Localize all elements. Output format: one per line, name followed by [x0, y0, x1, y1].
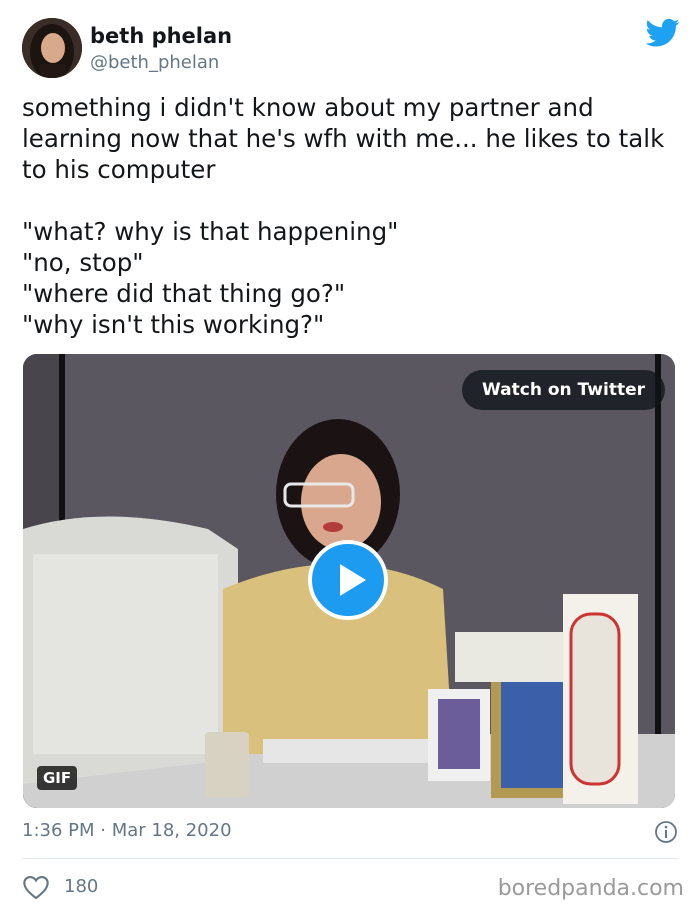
play-button[interactable] — [308, 540, 388, 620]
twitter-bird-icon[interactable] — [646, 18, 680, 48]
info-icon[interactable] — [654, 820, 678, 844]
heart-icon[interactable] — [22, 874, 50, 900]
divider — [22, 858, 678, 859]
like-count: 180 — [64, 876, 99, 897]
author-handle[interactable]: @beth_phelan — [90, 52, 219, 73]
watermark: boredpanda.com — [497, 876, 684, 901]
play-icon — [340, 564, 366, 596]
media-video[interactable]: Watch on Twitter GIF — [23, 354, 675, 808]
tweet-text: something i didn't know about my partner… — [22, 93, 665, 339]
watch-on-twitter-button[interactable]: Watch on Twitter — [462, 370, 665, 410]
gif-badge: GIF — [37, 766, 78, 790]
avatar[interactable] — [22, 18, 82, 78]
tweet-header: beth phelan @beth_phelan — [22, 18, 682, 78]
tweet-timestamp[interactable]: 1:36 PM · Mar 18, 2020 — [22, 820, 232, 841]
author-name[interactable]: beth phelan — [90, 24, 232, 48]
